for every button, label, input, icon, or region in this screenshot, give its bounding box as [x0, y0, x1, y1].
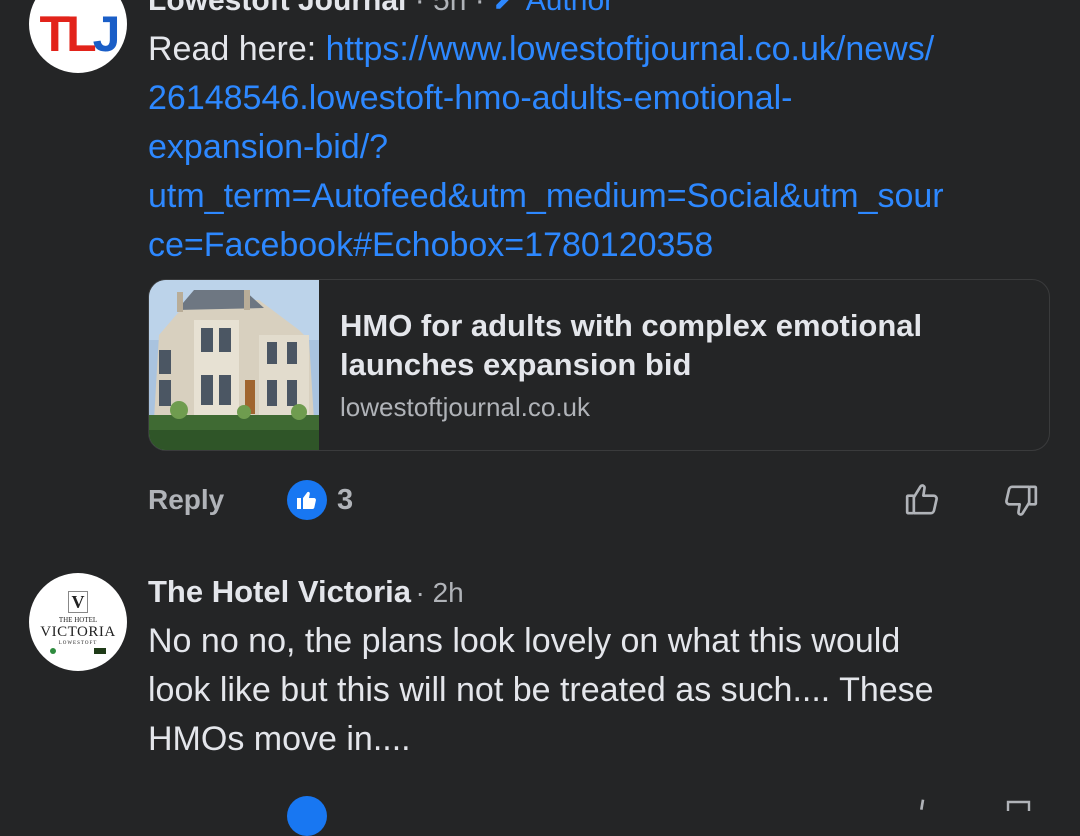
comment-time[interactable]: 5h — [433, 0, 466, 17]
article-title[interactable]: HMO for adults with complex emotional la… — [340, 306, 1030, 384]
link-preview-card[interactable]: HMO for adults with complex emotional la… — [148, 279, 1050, 451]
article-link-line-1[interactable]: https://www.lowestoftjournal.co.uk/news/ — [326, 30, 935, 68]
comment-2-line-2: look like but this will not be treated a… — [148, 671, 934, 709]
thumbs-down-icon[interactable] — [1000, 481, 1040, 526]
thumbs-down-icon-2[interactable] — [1000, 798, 1040, 816]
reply-button[interactable]: Reply — [148, 484, 224, 516]
comment-time-2[interactable]: 2h — [433, 577, 464, 608]
author-name[interactable]: Lowestoft Journal — [148, 0, 406, 17]
hotel-victoria-avatar[interactable]: V THE HOTEL VICTORIA LOWESTOFT — [29, 573, 127, 671]
article-link-line-3[interactable]: expansion-bid/? — [148, 123, 1058, 172]
like-reaction-icon-2[interactable] — [287, 796, 327, 836]
hotel-victoria-logo: V THE HOTEL VICTORIA LOWESTOFT — [40, 590, 115, 654]
comment-body: Read here: https://www.lowestoftjournal.… — [148, 25, 1058, 270]
article-link-line-4[interactable]: utm_term=Autofeed&utm_medium=Social&utm_… — [148, 172, 1058, 221]
like-reaction-icon[interactable] — [287, 480, 327, 520]
tlj-logo: TLJ — [39, 6, 121, 62]
comment-header: Lowestoft Journal · 5h · Author — [148, 0, 614, 18]
author-badge: Author — [525, 0, 615, 17]
comment-header-2: The Hotel Victoria · 2h — [148, 574, 464, 609]
like-count[interactable]: 3 — [337, 484, 353, 517]
article-thumbnail — [149, 280, 319, 450]
thumbs-up-icon[interactable] — [903, 479, 943, 524]
thumbs-up-icon-2[interactable] — [903, 796, 943, 815]
comment-text-prefix: Read here: — [148, 30, 326, 68]
article-link-line-2[interactable]: 26148546.lowestoft-hmo-adults-emotional- — [148, 74, 1058, 123]
comment-2-line-1: No no no, the plans look lovely on what … — [148, 622, 901, 660]
author-badge-icon — [493, 0, 526, 17]
comment-2-line-3: HMOs move in.... — [148, 720, 411, 758]
comment-body-2: No no no, the plans look lovely on what … — [148, 617, 1058, 764]
author-name-2[interactable]: The Hotel Victoria — [148, 574, 411, 609]
lowestoft-journal-avatar[interactable]: TLJ — [29, 0, 127, 73]
article-link-line-5[interactable]: ce=Facebook#Echobox=1780120358 — [148, 221, 1058, 270]
article-domain: lowestoftjournal.co.uk — [340, 392, 591, 422]
